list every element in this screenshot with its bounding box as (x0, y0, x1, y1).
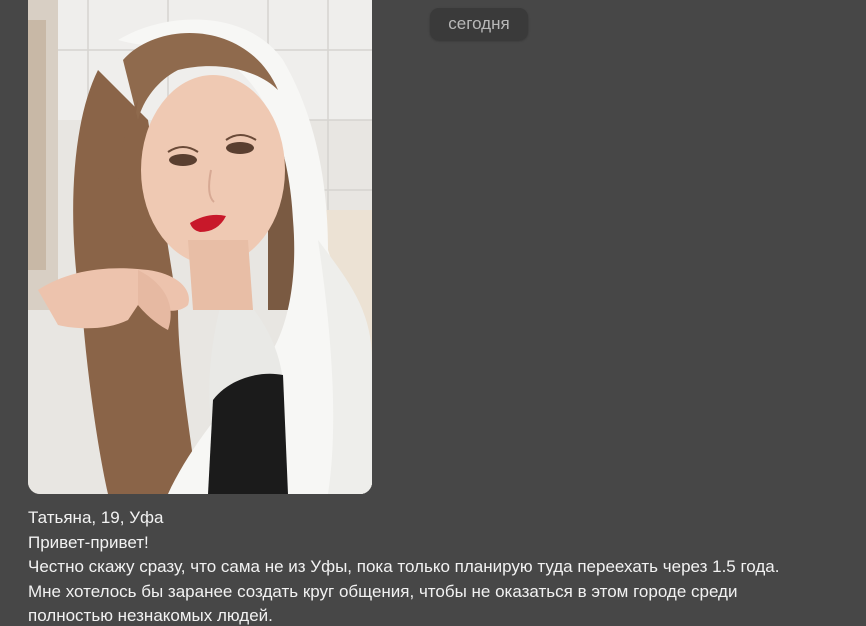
message-photo[interactable] (28, 0, 372, 494)
message-line-header: Татьяна, 19, Уфа (28, 508, 164, 527)
message-line-greeting: Привет-привет! (28, 532, 149, 552)
photo-image (28, 0, 372, 494)
date-separator: сегодня (430, 8, 528, 40)
message-text: Татьяна, 19, Уфа Привет-привет! Честно с… (28, 506, 848, 626)
message-line: полностью незнакомых людей. (28, 606, 273, 625)
chat-window: сегодня Татьяна, 19, Уфа Привет-привет! … (0, 0, 866, 626)
message-line: Мне хотелось бы заранее создать круг общ… (28, 581, 738, 601)
message-line: Честно скажу сразу, что сама не из Уфы, … (28, 557, 780, 576)
